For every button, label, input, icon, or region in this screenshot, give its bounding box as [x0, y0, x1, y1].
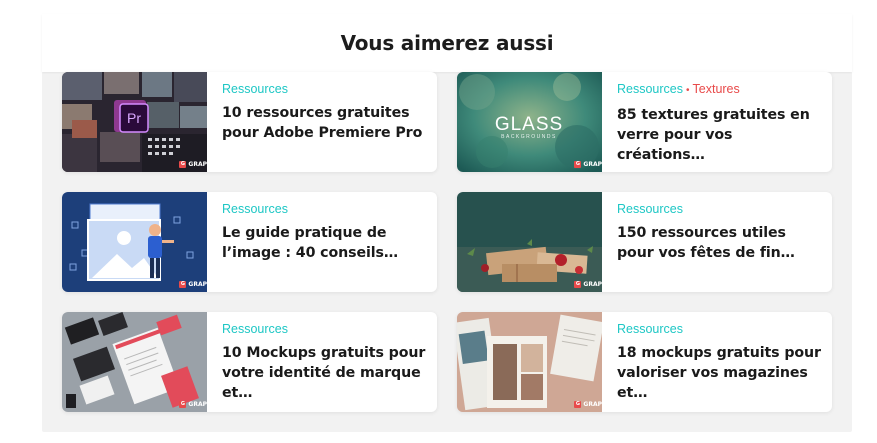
article-thumbnail[interactable]: Pr G GRAP [62, 72, 207, 172]
article-card[interactable]: G GRAP Ressources Le guide pratique de l’… [62, 192, 437, 292]
brand-badge: G GRAP [179, 161, 207, 168]
category-list: Ressources • Textures [617, 82, 822, 98]
article-thumbnail[interactable]: G GRAP [457, 312, 602, 412]
magazine-mockup-thumbnail [457, 312, 602, 412]
gift-thumbnail [457, 192, 602, 292]
category-link[interactable]: Ressources [617, 82, 683, 96]
article-title[interactable]: 18 mockups gratuits pour valoriser vos m… [617, 343, 822, 403]
article-card[interactable]: G GRAP Ressources 18 mockups gratuits pou… [457, 312, 832, 412]
category-link[interactable]: Ressources [617, 322, 683, 336]
brand-badge: G GRAP [574, 161, 602, 168]
category-separator: • [686, 85, 690, 96]
article-card[interactable]: G GRAP Ressources 10 Mockups gratuits pou… [62, 312, 437, 412]
section-title: Vous aimerez aussi [340, 31, 554, 55]
brand-badge: G GRAP [179, 281, 207, 288]
category-link[interactable]: Ressources [222, 322, 288, 336]
brand-badge: G GRAP [574, 281, 602, 288]
category-link[interactable]: Ressources [222, 202, 288, 216]
image-guide-thumbnail [62, 192, 207, 292]
article-title[interactable]: Le guide pratique de l’image : 40 consei… [222, 223, 427, 263]
category-list: Ressources [222, 202, 427, 216]
article-card[interactable]: G GRAP Ressources 150 ressources utiles p… [457, 192, 832, 292]
article-thumbnail[interactable]: G GRAP [62, 192, 207, 292]
category-link[interactable]: Textures [693, 82, 740, 96]
article-card[interactable]: GLASS BACKGROUNDS G GRAP Ressources • Textu… [457, 72, 832, 172]
brand-badge: G GRAP [179, 401, 207, 408]
article-card[interactable]: Pr G GRAP Ressources 10 ressources gratui… [62, 72, 437, 172]
category-link[interactable]: Ressources [617, 202, 683, 216]
category-link[interactable]: Ressources [222, 82, 288, 96]
section-header: Vous aimerez aussi [42, 14, 852, 72]
article-thumbnail[interactable]: G GRAP [457, 192, 602, 292]
brand-badge: G GRAP [574, 401, 602, 408]
svg-text:BACKGROUNDS: BACKGROUNDS [501, 134, 557, 140]
person-icon [149, 224, 161, 236]
related-posts-page: Vous aimerez aussi Pr G GRAP Ressources … [0, 0, 877, 443]
svg-text:Pr: Pr [127, 110, 141, 126]
article-title[interactable]: 150 ressources utiles pour vos fêtes de … [617, 223, 822, 263]
category-list: Ressources [617, 322, 822, 336]
premiere-pro-thumbnail: Pr [62, 72, 207, 172]
category-list: Ressources [222, 322, 427, 336]
article-thumbnail[interactable]: G GRAP [62, 312, 207, 412]
ornament-icon [555, 254, 567, 266]
article-title[interactable]: 10 ressources gratuites pour Adobe Premi… [222, 103, 427, 143]
article-title[interactable]: 85 textures gratuites en verre pour vos … [617, 105, 822, 165]
svg-text:GLASS: GLASS [495, 114, 563, 135]
article-title[interactable]: 10 Mockups gratuits pour votre identité … [222, 343, 427, 403]
glass-texture-thumbnail: GLASS BACKGROUNDS [457, 72, 602, 172]
category-list: Ressources [617, 202, 822, 216]
stationery-mockup-thumbnail [62, 312, 207, 412]
article-thumbnail[interactable]: GLASS BACKGROUNDS G GRAP [457, 72, 602, 172]
category-list: Ressources [222, 82, 427, 96]
